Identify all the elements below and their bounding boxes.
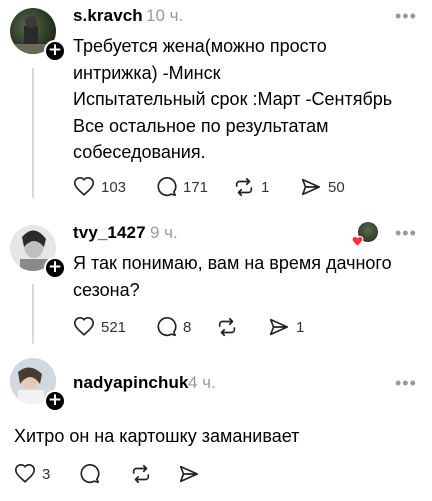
like-count: 103 [101, 178, 127, 196]
share-button[interactable] [178, 462, 206, 486]
timestamp: 9 ч. [150, 223, 178, 242]
comment-icon [157, 177, 177, 197]
thread-line [32, 284, 34, 344]
comment-icon [157, 317, 177, 337]
send-icon [301, 178, 321, 196]
send-icon [179, 465, 199, 483]
more-options-icon[interactable]: ••• [395, 6, 417, 27]
repost-button[interactable]: 1 [233, 175, 269, 199]
heart-badge-icon [351, 234, 364, 248]
share-count: 1 [296, 318, 305, 336]
repost-icon [218, 317, 236, 337]
heart-icon [15, 464, 35, 483]
share-count: 50 [328, 178, 345, 196]
username[interactable]: nadyapinchuk [73, 373, 189, 393]
like-button[interactable]: 103 [73, 175, 126, 199]
post-actions: 521 8 1 [73, 315, 413, 339]
username[interactable]: s.kravch [73, 6, 143, 26]
post-actions: 103 171 1 50 [73, 175, 413, 199]
heart-icon [74, 177, 94, 196]
repost-icon [235, 177, 253, 197]
timestamp: 4 ч. [188, 373, 216, 392]
like-button[interactable]: 3 [14, 462, 50, 486]
share-button[interactable]: 50 [300, 175, 345, 199]
reply-count: 8 [183, 318, 192, 336]
heart-icon [74, 317, 94, 336]
post-text: Хитро он на картошку заманивает [14, 426, 300, 446]
post-actions: 3 [14, 462, 414, 486]
repost-button[interactable] [216, 315, 244, 339]
repost-icon [132, 464, 150, 484]
repost-button[interactable] [130, 462, 158, 486]
like-count: 521 [101, 318, 127, 336]
follow-plus-icon[interactable]: + [44, 257, 66, 279]
thread-line [32, 68, 34, 198]
post-text: Требуется жена(можно просто интрижка) -М… [73, 36, 393, 162]
more-options-icon[interactable]: ••• [395, 373, 417, 394]
username[interactable]: tvy_1427 [73, 223, 146, 243]
repost-count: 1 [261, 178, 270, 196]
reply-button[interactable]: 8 [155, 315, 191, 339]
like-count: 3 [42, 465, 51, 483]
share-button[interactable]: 1 [268, 315, 304, 339]
send-icon [269, 318, 289, 336]
more-options-icon[interactable]: ••• [395, 223, 417, 244]
post-text: Я так понимаю, вам на время дачного сезо… [73, 253, 392, 300]
reply-button[interactable]: 171 [155, 175, 208, 199]
comment-icon [80, 464, 100, 484]
like-button[interactable]: 521 [73, 315, 126, 339]
reply-count: 171 [183, 178, 209, 196]
follow-plus-icon[interactable]: + [44, 40, 66, 62]
follow-plus-icon[interactable]: + [44, 390, 66, 412]
timestamp: 10 ч. [146, 6, 184, 25]
reply-button[interactable] [78, 462, 106, 486]
